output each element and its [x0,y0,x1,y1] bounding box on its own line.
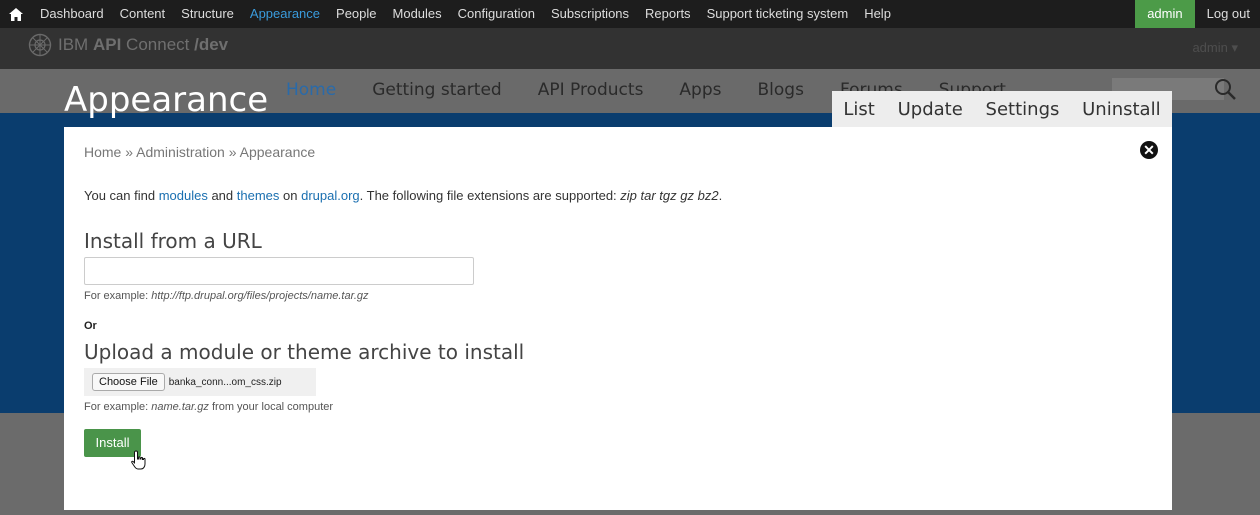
toolbar-item-appearance[interactable]: Appearance [242,0,328,28]
tab-list[interactable]: List [843,99,874,120]
brand-name: IBM API Connect /dev [58,35,229,54]
page-title: Appearance [64,80,269,120]
tab-uninstall[interactable]: Uninstall [1082,99,1160,120]
install-url-heading: Install from a URL [84,229,262,253]
nav-blogs[interactable]: Blogs [758,80,804,100]
toolbar-item-people[interactable]: People [328,0,384,28]
upload-hint: For example: name.tar.gz from your local… [84,401,334,413]
toolbar-item-dashboard[interactable]: Dashboard [32,0,112,28]
nav-home[interactable]: Home [286,80,336,100]
selected-file-name: banka_conn...om_css.zip [168,376,282,388]
user-menu[interactable]: admin ▾ [1192,40,1238,56]
toolbar-item-configuration[interactable]: Configuration [450,0,543,28]
upload-heading: Upload a module or theme archive to inst… [84,340,525,364]
url-hint: For example: http://ftp.drupal.org/files… [84,290,369,302]
toolbar-user-link[interactable]: admin [1135,0,1195,28]
nav-api-products[interactable]: API Products [538,80,644,100]
drupal-org-link[interactable]: drupal.org [301,188,360,203]
toolbar-item-subscriptions[interactable]: Subscriptions [543,0,637,28]
site-logo[interactable]: IBM API Connect /dev [28,33,228,57]
supported-extensions: zip tar tgz gz bz2 [620,188,719,203]
tab-update[interactable]: Update [898,99,963,120]
file-upload-field: Choose File banka_conn...om_css.zip [84,368,316,396]
themes-link[interactable]: themes [237,188,280,203]
modules-link[interactable]: modules [159,188,208,203]
tab-settings[interactable]: Settings [986,99,1060,120]
intro-text: You can find modules and themes on drupa… [84,188,723,203]
toolbar-item-support-ticketing[interactable]: Support ticketing system [699,0,857,28]
ibm-globe-icon [28,33,52,57]
search-icon[interactable] [1212,76,1238,102]
nav-apps[interactable]: Apps [679,80,721,100]
hand-cursor-icon [131,450,146,470]
toolbar-item-modules[interactable]: Modules [385,0,450,28]
close-icon[interactable]: ✕ [1140,141,1158,159]
toolbar-user-area: admin Log out [1135,0,1260,28]
install-modal: Home » Administration » Appearance ✕ You… [64,127,1172,510]
breadcrumb: Home » Administration » Appearance [84,144,316,160]
toolbar-item-content[interactable]: Content [112,0,174,28]
admin-toolbar: Dashboard Content Structure Appearance P… [0,0,1260,28]
site-header: IBM API Connect /dev admin ▾ [0,28,1260,69]
toolbar-item-help[interactable]: Help [856,0,899,28]
or-label: Or [84,320,97,332]
appearance-tabs: List Update Settings Uninstall [832,91,1172,127]
install-url-input[interactable] [84,257,474,285]
toolbar-item-structure[interactable]: Structure [173,0,242,28]
logout-link[interactable]: Log out [1195,0,1260,28]
toolbar-item-reports[interactable]: Reports [637,0,699,28]
nav-getting-started[interactable]: Getting started [372,80,502,100]
choose-file-button[interactable]: Choose File [92,373,165,391]
home-icon[interactable] [0,0,32,28]
